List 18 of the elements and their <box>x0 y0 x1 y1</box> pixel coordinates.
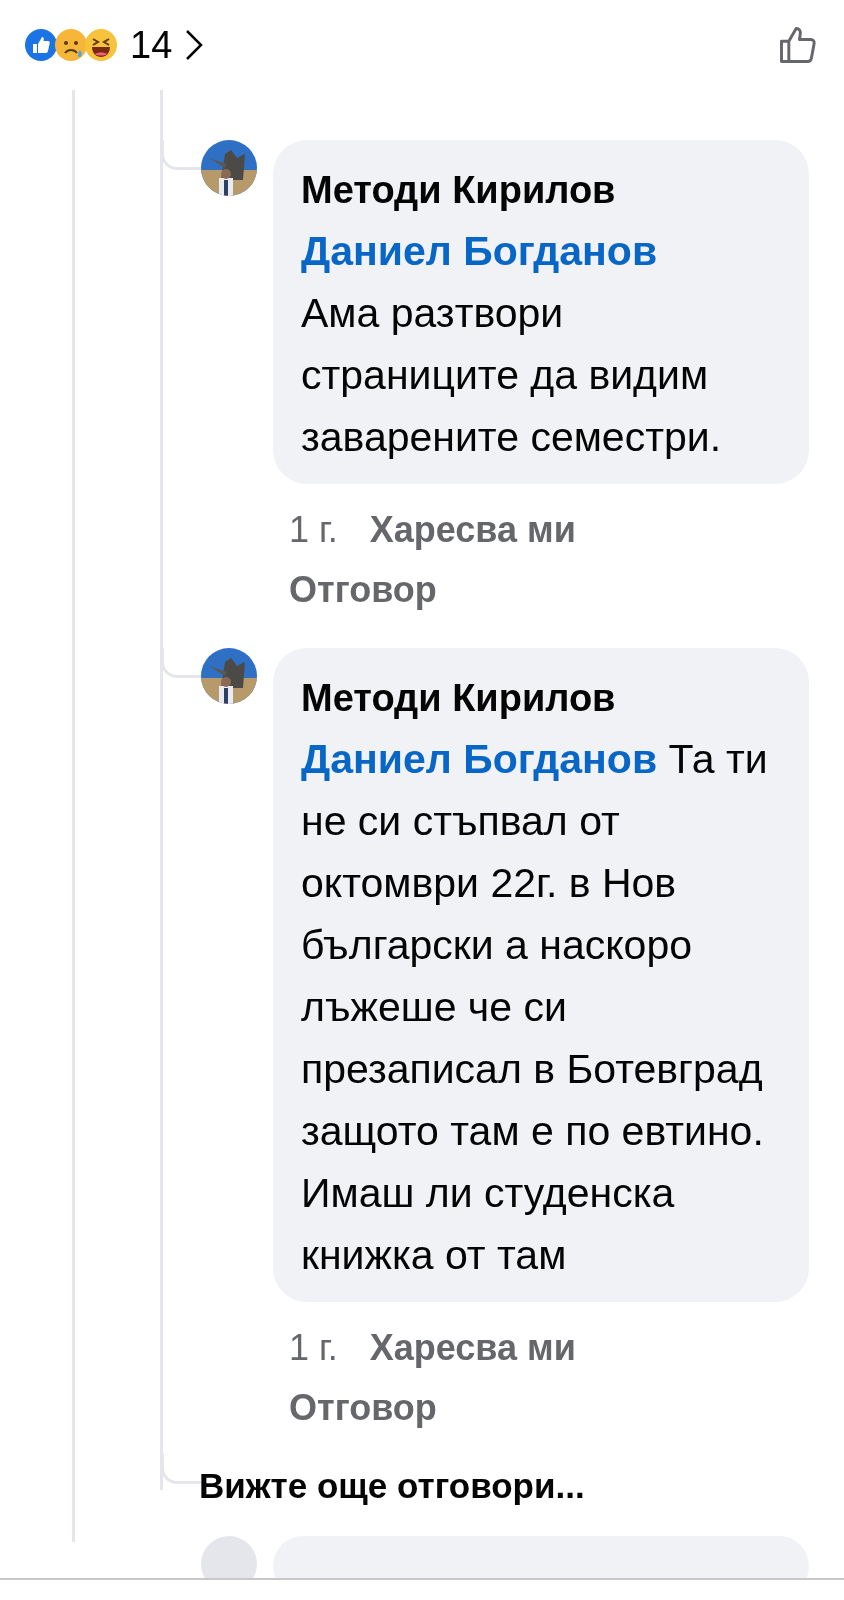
timestamp: 1 г. <box>289 508 338 552</box>
comment-text: Даниел Богданов Ама разтвори страниците да видим заварените семестри. <box>301 227 723 462</box>
author-name[interactable]: Методи Кирилов <box>301 668 781 728</box>
author-name[interactable]: Методи Кирилов <box>301 160 781 220</box>
comment-text: Даниел Богданов Та ти не си стъпвал от октомври 22г. в Нов български а наскоро лъжеше че си презаписал в Ботевград защото там е по евтино. Имаш ли студенска книжка от там <box>301 735 769 1280</box>
reaction-count[interactable]: 14 <box>130 16 173 74</box>
more-replies-link[interactable]: Вижте още отговори... <box>199 1466 809 1506</box>
like-reaction-icon <box>24 28 58 62</box>
sad-reaction-icon <box>54 28 88 62</box>
reply-link[interactable]: Отговор <box>289 560 809 620</box>
chevron-right-icon[interactable] <box>184 28 205 62</box>
mention-link[interactable]: Даниел Богданов <box>301 736 658 782</box>
laughing-reaction-icon <box>84 28 118 62</box>
reply-link[interactable]: Отговор <box>289 1378 809 1438</box>
like-link[interactable]: Харесва ми <box>369 500 576 560</box>
mention-link[interactable]: Даниел Богданов <box>301 228 658 274</box>
like-link[interactable]: Харесва ми <box>369 1318 576 1378</box>
timestamp: 1 г. <box>289 1326 338 1370</box>
